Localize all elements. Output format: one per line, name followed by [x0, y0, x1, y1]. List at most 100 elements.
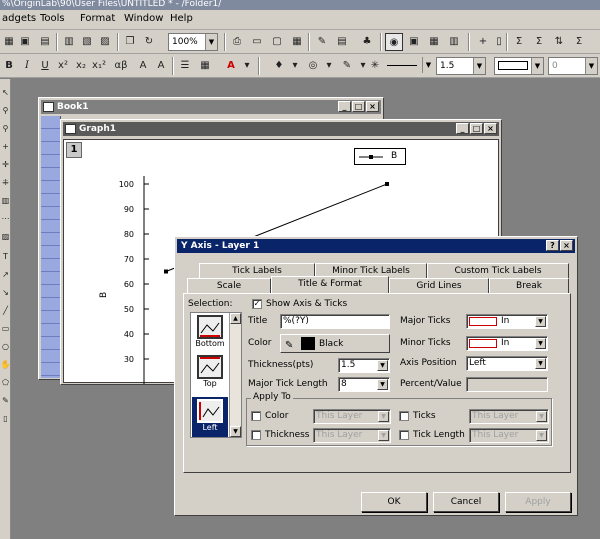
thickness-combo[interactable]: 1.5 ▼ [436, 57, 486, 75]
minor-ticks-select[interactable]: In ▼ [466, 336, 548, 351]
print-icon[interactable]: ⎙ [228, 33, 246, 51]
code-builder-icon[interactable]: ▣ [405, 33, 423, 51]
underline-icon[interactable]: U [36, 57, 54, 75]
supsub-icon[interactable]: x₁² [90, 57, 108, 75]
draw-data-icon[interactable]: ⋯ [0, 213, 11, 225]
tab-break[interactable]: Break [489, 278, 569, 293]
circle-tool-icon[interactable]: ○ [0, 341, 11, 353]
apply-color-select[interactable]: This Layer ▼ [313, 409, 391, 424]
command-icon[interactable]: ▤ [333, 33, 351, 51]
title-input[interactable]: %(?Y) [280, 314, 390, 329]
cancel-button[interactable]: Cancel [433, 492, 499, 512]
italic-icon[interactable]: I [18, 57, 36, 75]
value-combo[interactable]: 0 ▼ [548, 57, 598, 75]
apply-thickness-checkbox[interactable] [251, 430, 261, 440]
refresh-icon[interactable]: ↻ [140, 33, 158, 51]
menu-tools[interactable]: Tools [40, 13, 65, 24]
legend[interactable]: B [354, 148, 406, 165]
line-style-combo[interactable]: ▼ [384, 57, 434, 75]
increase-font-icon[interactable]: A [134, 57, 152, 75]
pointer-icon[interactable]: ↖ [0, 87, 11, 99]
text-tool-icon[interactable]: T [0, 251, 11, 263]
pointer-view-icon[interactable]: ◉ [385, 33, 403, 51]
reader-icon[interactable]: ✛ [0, 159, 11, 171]
export-icon[interactable]: ▭ [248, 33, 266, 51]
major-ticks-select[interactable]: In ▼ [466, 314, 548, 329]
data-selector-icon[interactable]: ⁜ [0, 177, 11, 189]
selection-left[interactable]: Left [192, 397, 228, 437]
help-button[interactable]: ? [546, 240, 559, 251]
rectangle-tool-icon[interactable]: ▭ [0, 323, 11, 335]
hand-icon[interactable]: ✋ [0, 359, 11, 371]
subscript-icon[interactable]: x₂ [72, 57, 90, 75]
masking-icon[interactable]: ▨ [0, 231, 11, 243]
color-button[interactable]: ✎ Black [280, 334, 390, 353]
tab-grid-lines[interactable]: Grid Lines [389, 278, 489, 293]
graph-title-bar[interactable]: Graph1 _ □ × [63, 122, 499, 136]
apply-thickness-select[interactable]: This Layer ▼ [313, 428, 391, 443]
menu-gadgets[interactable]: adgets [2, 13, 36, 24]
selection-list[interactable]: Bottom Top Left ▲ ▼ [190, 312, 242, 438]
graph-minimize-icon[interactable]: _ [456, 123, 469, 134]
stats-icon[interactable]: Σ [530, 33, 548, 51]
import-icon[interactable]: ▥ [60, 33, 78, 51]
dialog-title-bar[interactable]: Y Axis - Layer 1 ? × [177, 239, 575, 253]
matrix-icon[interactable]: Σ [570, 33, 588, 51]
apply-button[interactable]: Apply [505, 492, 571, 512]
grid-icon[interactable]: ▦ [196, 57, 214, 75]
message-icon[interactable]: ▥ [445, 33, 463, 51]
crosshair-icon[interactable]: + [0, 141, 11, 153]
border-combo[interactable]: ▼ [494, 57, 544, 75]
freehand-icon[interactable]: ✎ [0, 395, 11, 407]
tab-title-format[interactable]: Title & Format [271, 276, 389, 293]
zoom-out-icon[interactable]: ⚲ [0, 123, 11, 135]
fill-dropdown-icon[interactable]: ▾ [286, 57, 304, 75]
dialog-close-button[interactable]: × [560, 240, 573, 251]
graph-maximize-icon[interactable]: □ [470, 123, 483, 134]
notes-icon[interactable]: ▦ [425, 33, 443, 51]
line-icon[interactable]: ☰ [176, 57, 194, 75]
font-color-dropdown-icon[interactable]: ▾ [238, 57, 256, 75]
import-ascii-icon[interactable]: ▧ [78, 33, 96, 51]
zoom-combo[interactable]: 100% ▼ [168, 33, 218, 51]
graph-close-icon[interactable]: × [484, 123, 497, 134]
axis-position-select[interactable]: Left ▼ [466, 356, 548, 371]
pattern-dropdown-icon[interactable]: ▾ [320, 57, 338, 75]
curved-arrow-icon[interactable]: ↘ [0, 287, 11, 299]
menu-help[interactable]: Help [170, 13, 193, 24]
arrow-tool-icon[interactable]: ↗ [0, 269, 11, 281]
greek-icon[interactable]: αβ [110, 57, 132, 75]
percent-value-input[interactable] [466, 377, 548, 392]
apply-color-checkbox[interactable] [251, 411, 261, 421]
selection-top[interactable]: Top [192, 355, 228, 393]
book-title-bar[interactable]: Book1 _ □ × [41, 100, 381, 114]
region-icon[interactable]: ▥ [0, 195, 11, 207]
maximize-icon[interactable]: □ [352, 101, 365, 112]
polygon-icon[interactable]: ⬠ [0, 377, 11, 389]
symbol-icon[interactable]: ✳ [366, 57, 384, 75]
eraser-icon[interactable]: ▯ [0, 413, 11, 425]
apply-ticks-select[interactable]: This Layer ▼ [469, 409, 549, 424]
menu-format[interactable]: Format [80, 13, 115, 24]
menu-window[interactable]: Window [124, 13, 163, 24]
major-tick-length-select[interactable]: 8 ▼ [338, 377, 390, 392]
zoom-icon[interactable]: ⚲ [0, 105, 11, 117]
layout-icon[interactable]: ▢ [268, 33, 286, 51]
save-template-icon[interactable]: ▤ [36, 33, 54, 51]
duplicate-icon[interactable]: ❐ [121, 33, 139, 51]
apply-ticks-checkbox[interactable] [399, 411, 409, 421]
save-icon[interactable]: ▣ [16, 33, 34, 51]
tab-custom-tick-labels[interactable]: Custom Tick Labels [427, 263, 569, 278]
close-icon[interactable]: × [366, 101, 379, 112]
sort-icon[interactable]: ⇅ [550, 33, 568, 51]
ok-button[interactable]: OK [361, 492, 427, 512]
line-tool-icon[interactable]: ╱ [0, 305, 11, 317]
apply-tick-length-checkbox[interactable] [399, 430, 409, 440]
selection-bottom[interactable]: Bottom [192, 315, 228, 353]
selection-scrollbar[interactable]: ▲ ▼ [229, 313, 241, 437]
script-icon[interactable]: ✎ [313, 33, 331, 51]
thickness-select[interactable]: 1.5 ▼ [338, 358, 390, 373]
show-axis-checkbox[interactable]: ✓ [252, 299, 262, 309]
sum-icon[interactable]: Σ [510, 33, 528, 51]
import-multi-icon[interactable]: ▨ [96, 33, 114, 51]
